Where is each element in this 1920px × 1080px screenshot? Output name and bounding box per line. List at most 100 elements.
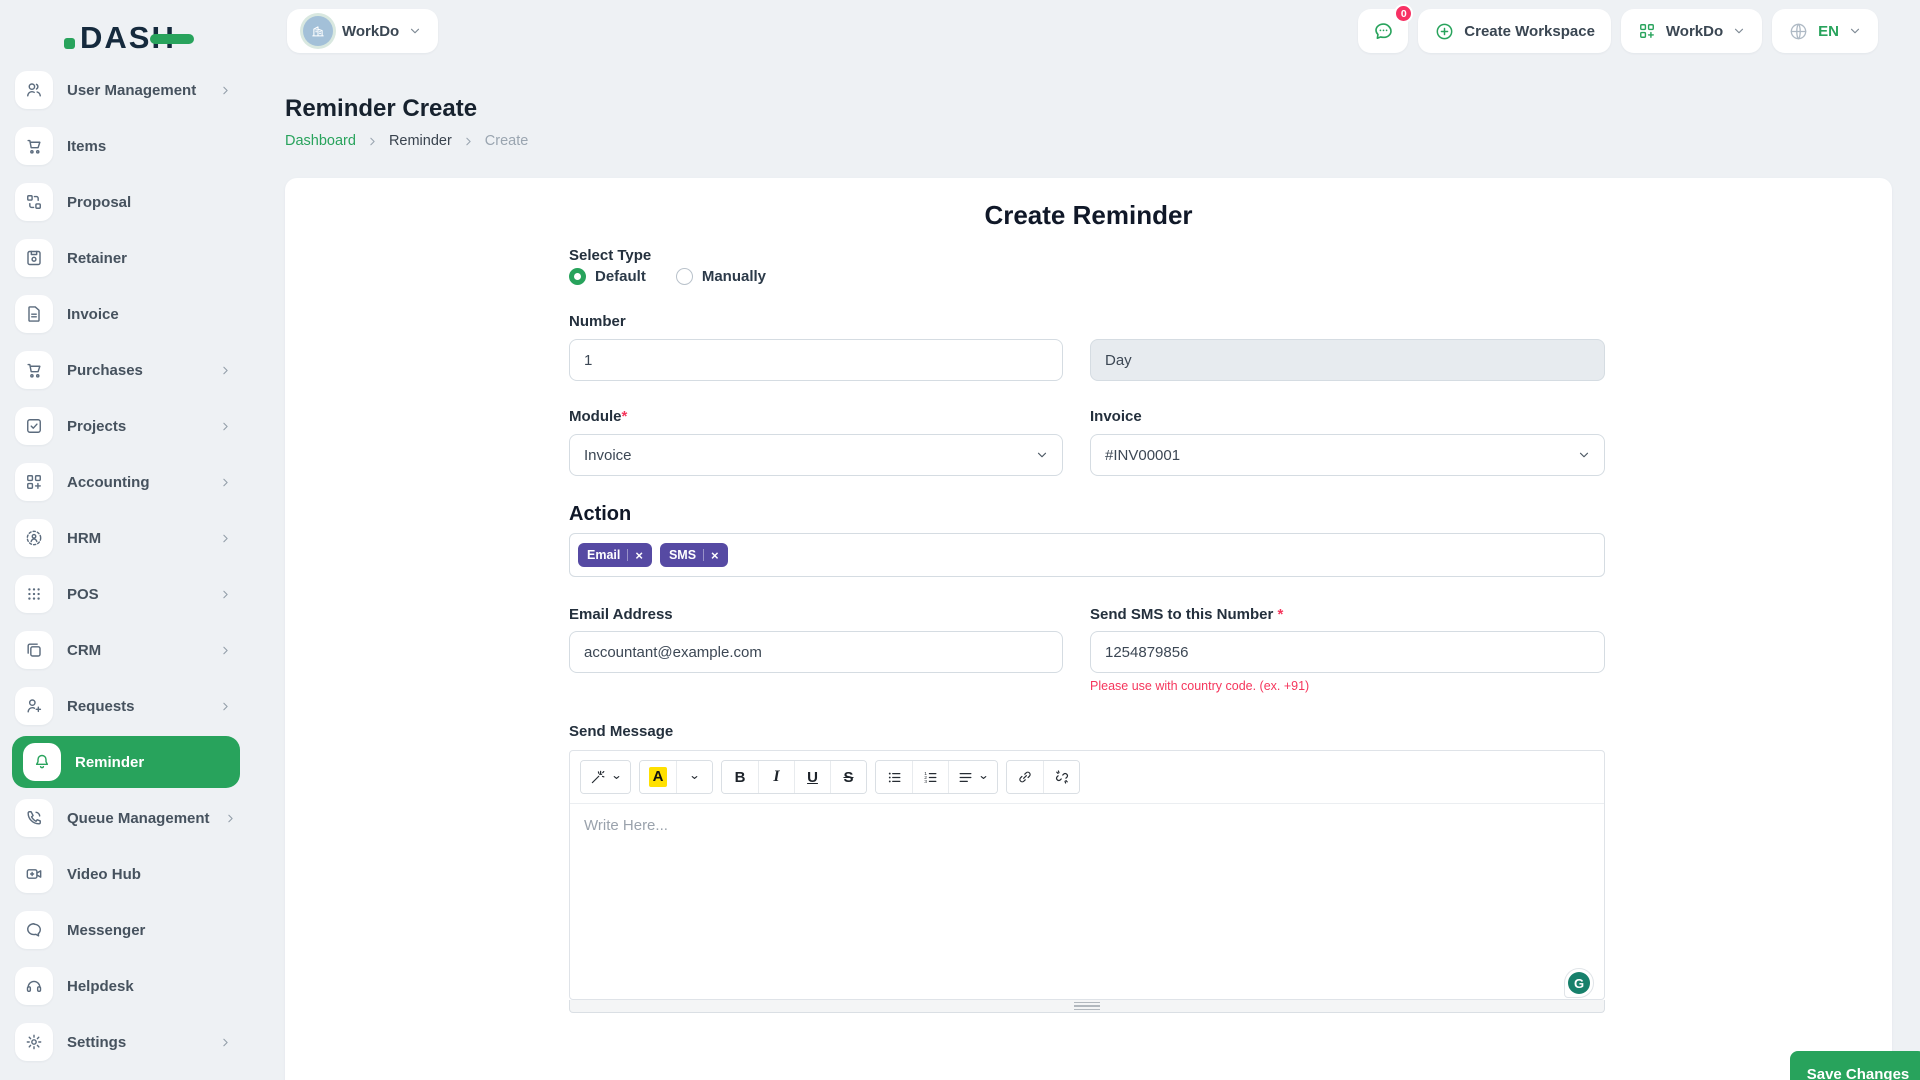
sidebar-item-retainer[interactable]: Retainer [0,230,258,286]
plus-circle-icon [1434,21,1455,42]
editor-placeholder: Write Here... [584,817,1590,834]
chevron-down-icon [1577,448,1591,462]
copy-icon [15,631,53,669]
send-message-label: Send Message [569,723,673,740]
sidebar: User Management Items Proposal Retainer … [0,62,258,1070]
chat-dots-icon [1372,20,1395,43]
remove-tag-icon[interactable]: × [635,549,643,562]
caret-only-button[interactable] [676,761,712,793]
language-label: EN [1818,23,1839,40]
action-tag-email: Email × [578,543,652,567]
dash-logo[interactable]: DASH [64,18,194,58]
sidebar-item-video-hub[interactable]: Video Hub [0,846,258,902]
sidebar-item-queue-management[interactable]: Queue Management [0,790,258,846]
sidebar-item-user-management[interactable]: User Management [0,62,258,118]
editor-text-area[interactable]: Write Here... G [570,804,1604,1008]
sidebar-item-pos[interactable]: POS [0,566,258,622]
radio-option-manually[interactable]: Manually [676,268,766,285]
chevron-right-icon [219,84,232,97]
svg-text:3: 3 [924,779,927,785]
list-ul-button[interactable] [876,761,912,793]
grip-lines-icon [1074,1002,1100,1011]
cart-icon [15,351,53,389]
required-marker: * [1278,606,1284,623]
create-reminder-card: Create Reminder Select Type Default Manu… [285,178,1892,1080]
module-select[interactable]: Invoice [569,434,1063,476]
app-switcher-label: WorkDo [1666,23,1723,40]
sms-number-input[interactable] [1090,631,1605,673]
chevron-right-icon [219,644,232,657]
create-workspace-button[interactable]: Create Workspace [1418,9,1611,53]
breadcrumb-item: Create [485,133,529,149]
font-color-button[interactable]: A [640,761,676,793]
link-button[interactable] [1007,761,1043,793]
chevron-right-icon [219,588,232,601]
email-label: Email Address [569,606,673,623]
chevron-right-icon [219,700,232,713]
editor-toolbar: A B I U S 123 [570,751,1604,804]
italic-button[interactable]: I [758,761,794,793]
number-input[interactable] [569,339,1063,381]
sidebar-item-accounting[interactable]: Accounting [0,454,258,510]
chat-round-icon [15,911,53,949]
invoice-select[interactable]: #INV00001 [1090,434,1605,476]
globe-icon [1788,21,1809,42]
period-input [1090,339,1605,381]
chevron-down-icon [408,24,422,38]
sidebar-item-crm[interactable]: CRM [0,622,258,678]
sidebar-item-reminder[interactable]: Reminder [12,736,240,788]
module-label: Module* [569,408,627,425]
language-switcher[interactable]: EN [1772,9,1878,53]
remove-tag-icon[interactable]: × [711,549,719,562]
sidebar-item-invoice[interactable]: Invoice [0,286,258,342]
workspace-avatar-building-icon [303,16,333,46]
hrm-icon [15,519,53,557]
chevron-right-icon [219,364,232,377]
breadcrumb-item[interactable]: Dashboard [285,133,356,149]
sidebar-item-purchases[interactable]: Purchases [0,342,258,398]
radio-unselected-icon[interactable] [676,268,693,285]
magic-wand-button[interactable] [581,761,630,793]
proposal-icon [15,183,53,221]
app-switcher[interactable]: WorkDo [1621,9,1762,53]
sidebar-item-requests[interactable]: Requests [0,678,258,734]
chevron-right-icon [219,476,232,489]
sidebar-item-hrm[interactable]: HRM [0,510,258,566]
save-changes-button[interactable]: Save Changes [1790,1051,1920,1080]
logo-dot [64,38,75,49]
unlink-button[interactable] [1043,761,1079,793]
messages-button[interactable]: 0 [1358,9,1408,53]
grammarly-icon[interactable]: G [1564,968,1594,998]
radio-option-default[interactable]: Default [569,268,646,285]
action-tags-input[interactable]: Email × SMS × [569,533,1605,577]
module-value: Invoice [584,447,632,464]
sidebar-item-helpdesk[interactable]: Helpdesk [0,958,258,1014]
sidebar-item-projects[interactable]: Projects [0,398,258,454]
page-title: Reminder Create [285,95,477,123]
sidebar-item-settings[interactable]: Settings [0,1014,258,1070]
sidebar-item-proposal[interactable]: Proposal [0,174,258,230]
action-heading: Action [569,503,631,526]
bold-button[interactable]: B [722,761,758,793]
workspace-name: WorkDo [342,23,399,40]
chevron-right-icon [224,812,237,825]
list-ol-button[interactable]: 123 [912,761,948,793]
workspace-switcher[interactable]: WorkDo [287,9,438,53]
underline-button[interactable]: U [794,761,830,793]
chevron-right-icon [219,532,232,545]
chevron-down-icon [1035,448,1049,462]
sidebar-item-messenger[interactable]: Messenger [0,902,258,958]
logo-dash-bar [150,34,194,44]
sidebar-item-items[interactable]: Items [0,118,258,174]
strikethrough-button[interactable]: S [830,761,866,793]
sms-hint: Please use with country code. (ex. +91) [1090,679,1309,693]
email-input[interactable] [569,631,1063,673]
radio-selected-icon[interactable] [569,268,586,285]
editor-resize-handle[interactable] [569,1000,1605,1013]
gear-icon [15,1023,53,1061]
rich-text-editor: A B I U S 123 Write Here... G [569,750,1605,1000]
breadcrumb: DashboardReminderCreate [285,133,528,149]
messages-badge: 0 [1394,4,1413,23]
number-label: Number [569,313,626,330]
align-left-button[interactable] [948,761,997,793]
